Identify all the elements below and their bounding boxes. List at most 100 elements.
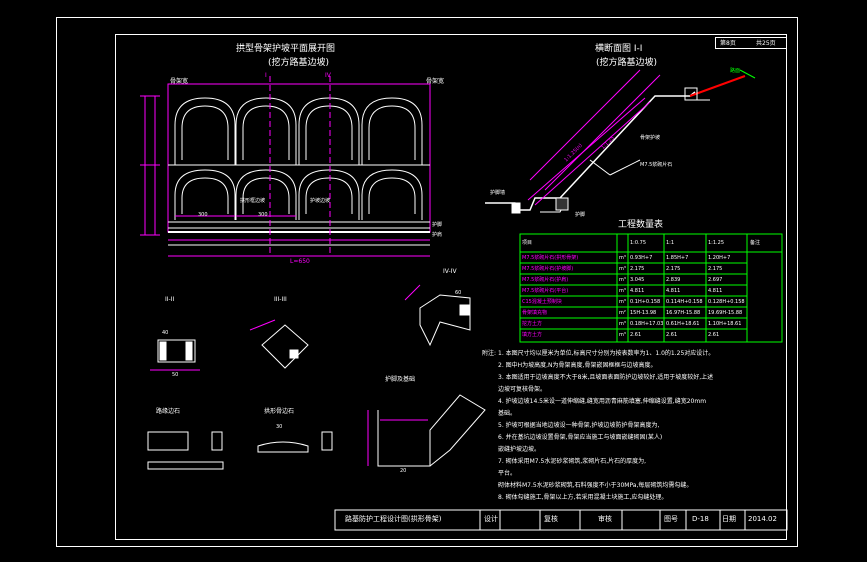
note-line: 5. 护坡可根据当地边坡设一种骨架,护坡边坡防护骨架高度为, (498, 422, 660, 429)
table-header-cell: 备注 (750, 240, 761, 246)
title-drawing-no-label: 图号 (664, 515, 678, 523)
plan-arch-label: 拱形框边坡 (240, 198, 266, 204)
table-cell: m³ (619, 277, 626, 283)
quantity-table-title: 工程数量表 (618, 220, 664, 230)
table-cell: 16.97H-15.88 (666, 310, 701, 316)
table-cell: m³ (619, 299, 626, 305)
table-header-cell: 1:1.25 (708, 240, 724, 246)
detail-dim-40: 40 (162, 330, 169, 336)
table-cell: m² (619, 310, 626, 316)
title-drawing-no: D-18 (692, 515, 709, 523)
note-line: 边坡可复核骨架。 (498, 386, 547, 393)
note-line: 7. 砌体采用M7.5水泥砂浆砌筑,浆砌片石,片石的厚度为, (498, 458, 647, 465)
notes-label: 附注: (482, 350, 497, 357)
bottom-arches (174, 169, 423, 220)
detail-curb-title: 路缘边石 (156, 408, 181, 415)
table-header-cell: 1:1 (666, 240, 675, 246)
table-cell: 0.1H+0.158 (630, 299, 661, 305)
table-cell: 0.61H+18.61 (666, 321, 700, 327)
table-cell: m³ (619, 332, 626, 338)
section-label-e: 路面 (730, 68, 741, 74)
detail-edge-title: 拱形骨边石 (264, 408, 295, 415)
plan-arch-label-2: 护坡边坡 (310, 198, 331, 204)
plan-width-dimension: L=650 (290, 258, 310, 265)
detail-dim-50: 50 (172, 372, 179, 378)
section-mark-iv: IV (325, 72, 331, 79)
note-line: 1. 本图尺寸均以厘米为单位,标高尺寸分别为按表数率为1、1.0的1.25对应设… (498, 350, 715, 357)
table-cell: 骨架填充物 (522, 310, 548, 316)
table-header-cell: 1:0.75 (630, 240, 646, 246)
table-cell: 2.61 (666, 332, 678, 338)
table-cell: M7.5浆砌片石(平台) (522, 288, 569, 294)
table-cell: 2.697 (708, 277, 723, 283)
table-cell: M7.5浆砌片石(护肩) (522, 277, 569, 283)
table-cell: 1.10H+18.61 (708, 321, 742, 327)
section-view-subtitle: (挖方路基边坡) (596, 58, 658, 68)
table-cell: 2.175 (666, 266, 681, 272)
table-cell: 15H-13.98 (630, 310, 657, 316)
detail-iv-title: IV-IV (443, 268, 457, 275)
section-view-drawing (485, 69, 756, 214)
table-cell: 0.128H+0.158 (708, 299, 745, 305)
note-line: 平台。 (498, 470, 517, 477)
table-cell: 1.85H+7 (666, 255, 689, 261)
detail-drawings (147, 284, 486, 470)
title-project: 路基防护工程设计图(拱形骨架) (345, 515, 442, 523)
table-cell: 挖方土方 (522, 321, 543, 327)
plan-right-label: 骨架宽 (426, 78, 445, 85)
table-cell: m³ (619, 288, 626, 294)
title-review: 复核 (544, 515, 558, 523)
note-line: 嵌缝护坡边坡。 (498, 446, 541, 453)
plan-left-label: 骨架宽 (170, 78, 189, 85)
table-cell: 0.93H+7 (630, 255, 653, 261)
table-cell: 1.20H+7 (708, 255, 731, 261)
detail-dim-30: 30 (276, 424, 283, 430)
section-label-c: M7.5浆砌片石 (640, 162, 673, 168)
detail-cap-title: 护脚及基础 (385, 376, 416, 383)
table-cell: 2.175 (630, 266, 645, 272)
plan-side-label: 护脚 (432, 222, 443, 228)
table-cell: 2.175 (708, 266, 723, 272)
title-date: 2014.02 (748, 515, 777, 523)
table-cell: M7.5浆砌片石(护坡脚) (522, 266, 574, 272)
section-label-d: 护脚 (575, 212, 586, 218)
section-view-title: 横断面图 I-I (595, 44, 643, 54)
table-cell: 4.811 (708, 288, 723, 294)
note-line: 4. 护坡边坡14.5米设一道伸缩缝,缝宽用沥青麻筋填塞,伸缩缝设置,缝宽20m… (498, 398, 707, 405)
title-date-label: 日期 (722, 515, 736, 523)
note-line: 基础。 (498, 410, 517, 417)
plan-view-drawing (140, 76, 431, 257)
plan-dim-300b: 300 (258, 212, 268, 218)
section-label-a: 护脚墙 (490, 190, 506, 196)
table-cell: 填方土方 (522, 332, 543, 338)
table-cell: 0.18H+17.03 (630, 321, 664, 327)
table-cell: 4.811 (666, 288, 681, 294)
section-label-b: 骨架护坡 (640, 135, 661, 141)
plan-view-title: 拱型骨架护坡平面展开图 (236, 44, 336, 54)
table-cell: m³ (619, 321, 626, 327)
note-line: 6. 并在基坑边坡设置骨架,骨架应当施工与坡面嵌缝砌固(某人) (498, 434, 663, 441)
top-arches (174, 97, 423, 165)
table-cell: 4.811 (630, 288, 645, 294)
plan-side-label-2: 护肩 (432, 232, 443, 238)
detail-ii-title: II-II (165, 296, 175, 303)
note-line: 8. 砌体勾缝施工,骨架以上方,若采用混凝土块施工,应勾缝处理。 (498, 494, 668, 501)
table-cell: 2.61 (630, 332, 642, 338)
note-line: 3. 本图适用于边坡高度不大于8米,且坡面表面防护边坡较好,适用于坡度较好,上述 (498, 374, 714, 381)
note-line: 2. 图中H为坡高度,N为骨架高度,骨架嵌固框框与边坡高度。 (498, 362, 657, 369)
table-cell: m³ (619, 255, 626, 261)
table-cell: 19.69H-15.88 (708, 310, 743, 316)
table-cell: C15混凝土预制块 (522, 299, 562, 305)
table-cell: M7.5浆砌片石(拱形骨架) (522, 255, 579, 261)
table-cell: 3.045 (630, 277, 645, 283)
detail-dim-20: 20 (400, 468, 407, 474)
plan-dim-300: 300 (198, 212, 208, 218)
table-cell: 2.61 (708, 332, 720, 338)
title-audit: 审核 (598, 515, 612, 523)
note-line: 砌体材料M7.5水泥砂浆砌筑,石料强度不小于30MPa,每层砌筑均需勾缝。 (498, 482, 693, 489)
table-cell: m³ (619, 266, 626, 272)
section-mark-i: I (265, 72, 267, 79)
plan-view-subtitle: (挖方路基边坡) (268, 58, 330, 68)
title-design: 设计 (484, 515, 498, 523)
detail-dim-60: 60 (455, 290, 462, 296)
